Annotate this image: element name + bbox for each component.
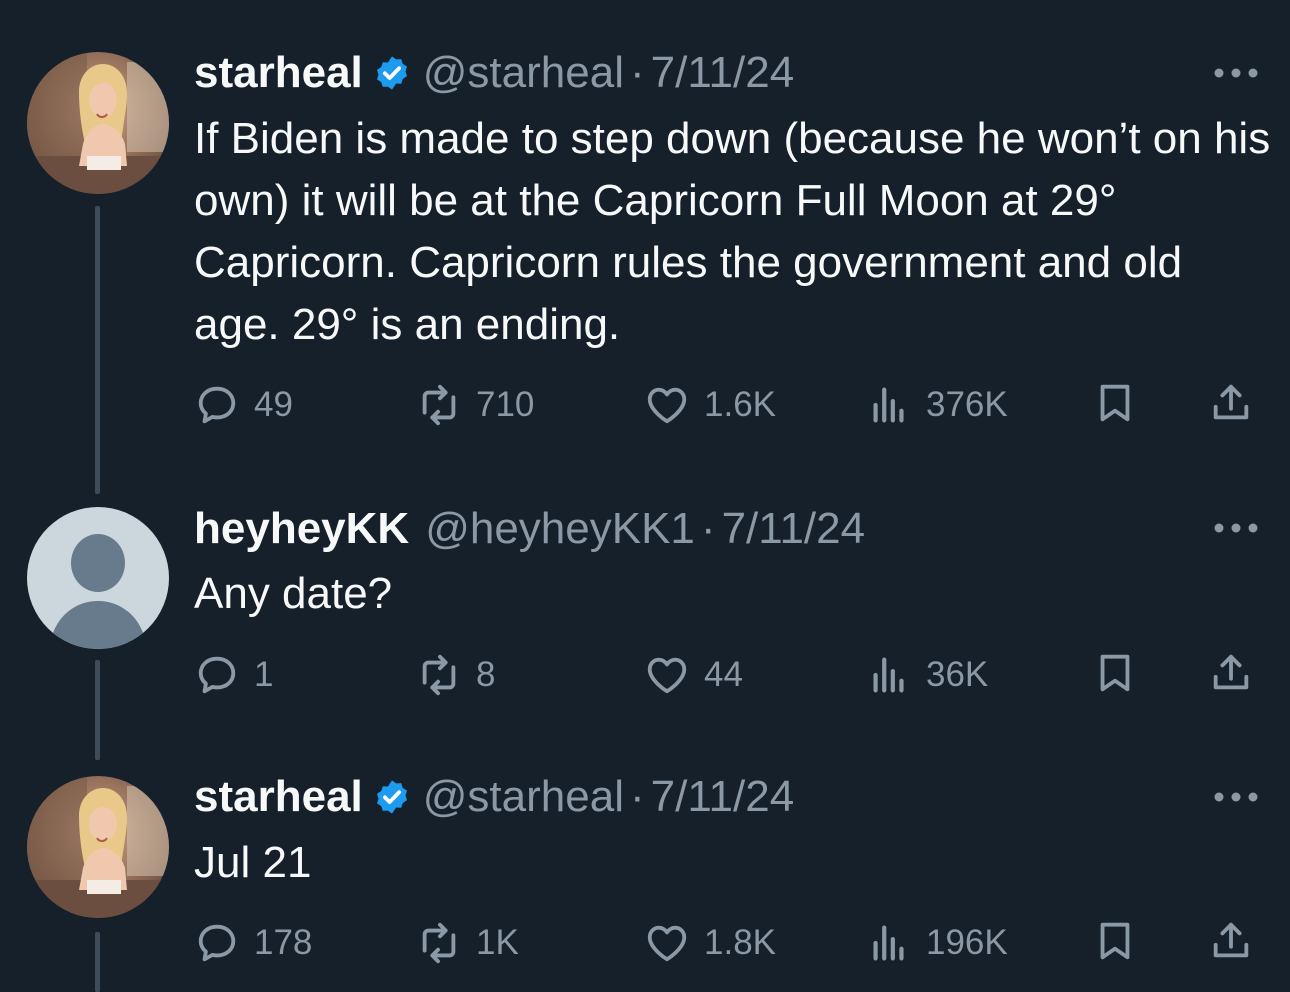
bookmark-icon <box>1092 918 1138 964</box>
share-icon <box>1208 918 1254 964</box>
reply-count: 178 <box>254 923 313 962</box>
like-button[interactable]: 44 <box>644 650 743 700</box>
verified-badge-icon <box>373 778 411 816</box>
views-count: 376K <box>926 385 1008 424</box>
tweet-header: starheal @starheal · 7/11/24 <box>194 48 794 98</box>
display-name[interactable]: starheal <box>194 48 363 98</box>
share-button[interactable] <box>1208 380 1254 431</box>
reply-icon <box>194 652 240 698</box>
tweet-text: Jul 21 <box>194 838 312 887</box>
reply-count: 1 <box>254 655 274 694</box>
share-button[interactable] <box>1208 650 1254 701</box>
share-button[interactable] <box>1208 918 1254 969</box>
default-avatar-icon <box>49 534 147 649</box>
views-icon <box>866 652 912 698</box>
tweet-text: Any date? <box>194 569 393 618</box>
more-icon[interactable] <box>1212 790 1260 804</box>
user-handle[interactable]: @heyheyKK1 <box>425 504 695 554</box>
user-handle[interactable]: @starheal <box>423 48 624 98</box>
separator: · <box>629 772 645 821</box>
views-count: 36K <box>926 655 989 694</box>
bookmark-icon <box>1092 380 1138 426</box>
display-name[interactable]: heyheyKK <box>194 504 409 554</box>
reply-icon <box>194 920 240 966</box>
share-icon <box>1208 380 1254 426</box>
tweet-date[interactable]: 7/11/24 <box>651 772 795 822</box>
tweet-header: starheal @starheal · 7/11/24 <box>194 772 794 822</box>
bookmark-button[interactable] <box>1092 380 1138 431</box>
views-button[interactable]: 36K <box>866 650 988 700</box>
reply-count: 49 <box>254 385 293 424</box>
share-icon <box>1208 650 1254 696</box>
like-button[interactable]: 1.6K <box>644 380 776 430</box>
thread-line <box>95 206 100 494</box>
repost-button[interactable]: 1K <box>416 918 519 968</box>
repost-icon <box>416 382 462 428</box>
verified-badge-icon <box>373 54 411 92</box>
like-count: 1.8K <box>704 923 776 962</box>
more-icon[interactable] <box>1212 521 1260 535</box>
heart-icon <box>644 652 690 698</box>
thread-line <box>95 932 100 992</box>
repost-icon <box>416 652 462 698</box>
reply-button[interactable]: 49 <box>194 380 293 430</box>
avatar[interactable] <box>27 776 169 918</box>
tweet-date[interactable]: 7/11/24 <box>651 48 795 98</box>
tweet-actions: 178 1K 1.8K 196K <box>194 918 1264 968</box>
like-button[interactable]: 1.8K <box>644 918 776 968</box>
repost-icon <box>416 920 462 966</box>
bookmark-button[interactable] <box>1092 918 1138 969</box>
heart-icon <box>644 382 690 428</box>
display-name[interactable]: starheal <box>194 772 363 822</box>
tweet-actions: 1 8 44 36K <box>194 650 1264 700</box>
tweet-text: If Biden is made to step down (because h… <box>194 114 1271 349</box>
tweet-date[interactable]: 7/11/24 <box>722 504 866 554</box>
repost-button[interactable]: 8 <box>416 650 495 700</box>
views-icon <box>866 920 912 966</box>
bookmark-button[interactable] <box>1092 650 1138 701</box>
more-icon[interactable] <box>1212 66 1260 80</box>
repost-count: 710 <box>476 385 535 424</box>
reply-button[interactable]: 1 <box>194 650 273 700</box>
avatar[interactable] <box>27 507 169 649</box>
views-button[interactable]: 196K <box>866 918 1008 968</box>
like-count: 1.6K <box>704 385 776 424</box>
like-count: 44 <box>704 655 743 694</box>
reply-button[interactable]: 178 <box>194 918 312 968</box>
views-button[interactable]: 376K <box>866 380 1008 430</box>
views-icon <box>866 382 912 428</box>
separator: · <box>629 48 645 97</box>
views-count: 196K <box>926 923 1008 962</box>
tweet-header: heyheyKK @heyheyKK1 · 7/11/24 <box>194 504 865 554</box>
tweet-actions: 49 710 1.6K 376K <box>194 380 1264 430</box>
repost-count: 8 <box>476 655 496 694</box>
heart-icon <box>644 920 690 966</box>
user-handle[interactable]: @starheal <box>423 772 624 822</box>
repost-button[interactable]: 710 <box>416 380 534 430</box>
bookmark-icon <box>1092 650 1138 696</box>
thread-line <box>95 660 100 760</box>
avatar[interactable] <box>27 52 169 194</box>
repost-count: 1K <box>476 923 519 962</box>
reply-icon <box>194 382 240 428</box>
separator: · <box>700 504 716 553</box>
